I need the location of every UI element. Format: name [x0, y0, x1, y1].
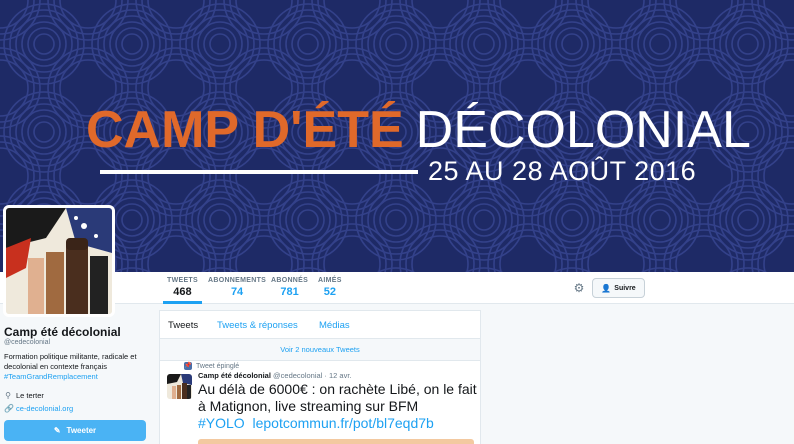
profile-name[interactable]: Camp été décolonial — [4, 325, 121, 339]
new-tweets-banner[interactable]: Voir 2 nouveaux Tweets — [160, 339, 480, 361]
timeline: Tweets Tweets & réponses Médias Voir 2 n… — [159, 310, 481, 444]
stat-label: ABONNEMENTS — [208, 277, 267, 284]
banner-dates: 25 AU 28 AOÛT 2016 — [428, 156, 697, 186]
location-pin-icon: ⚲ — [5, 391, 11, 400]
stat-tweets[interactable]: TWEETS 468 — [163, 277, 202, 304]
stat-value: 781 — [280, 286, 299, 298]
stat-value: 468 — [173, 286, 192, 298]
profile-website[interactable]: 🔗 ce-decolonial.org — [4, 404, 73, 413]
tweet-author-name[interactable]: Camp été décolonial — [198, 371, 271, 380]
compose-feather-icon: ✎ — [53, 426, 61, 435]
avatar[interactable] — [3, 205, 115, 317]
follow-button[interactable]: 👤 Suivre — [592, 278, 645, 298]
tweet-avatar[interactable] — [167, 374, 192, 399]
stat-label: TWEETS — [167, 277, 198, 284]
stat-label: ABONNÉS — [271, 277, 309, 284]
banner-title-white: DÉCOLONIAL — [415, 101, 751, 159]
tweet-link[interactable]: lepotcommun.fr/pot/bl7eqd7b — [252, 415, 433, 431]
link-icon: 🔗 — [4, 404, 14, 413]
tweet-body: Au délà de 6000€ : on rachète Libé, on l… — [198, 381, 477, 414]
follow-button-label: Suivre — [614, 284, 636, 292]
stat-label: AIMÉS — [318, 277, 342, 284]
tweet-button-label: Tweeter — [66, 426, 97, 435]
tweet-button[interactable]: ✎ Tweeter — [4, 420, 146, 441]
profile-bio: Formation politique militante, radicale … — [4, 352, 154, 382]
banner-divider — [100, 170, 418, 174]
banner-title-orange: CAMP D'ÉTÉ — [86, 101, 404, 159]
profile-location: ⚲ Le terter — [4, 391, 44, 400]
add-user-icon: 👤 — [601, 283, 612, 293]
pinned-indicator: 📌 Tweet épinglé — [184, 362, 239, 370]
tweet-text: Au délà de 6000€ : on rachète Libé, on l… — [198, 381, 480, 432]
profile-bio-text: Formation politique militante, radicale … — [4, 352, 137, 371]
tweet-header: Camp été décolonial @cedecolonial · 12 a… — [198, 371, 352, 380]
tab-tweets-replies[interactable]: Tweets & réponses — [217, 320, 298, 331]
avatar-image — [6, 208, 112, 314]
profile-hashtag[interactable]: #TeamGrandRemplacement — [4, 372, 98, 381]
stat-value: 74 — [230, 286, 244, 298]
gear-icon[interactable]: ⚙ — [572, 281, 586, 295]
profile-navbar: TWEETS 468 ABONNEMENTS 74 ABONNÉS 781 AI… — [0, 272, 794, 304]
stat-value: 52 — [323, 286, 336, 298]
tweet-media-card[interactable] — [198, 439, 474, 444]
tab-tweets[interactable]: Tweets — [168, 320, 198, 331]
pin-icon: 📌 — [184, 362, 192, 370]
tweet-handle-date: @cedecolonial · 12 avr. — [273, 371, 352, 380]
timeline-tabs: Tweets Tweets & réponses Médias — [160, 311, 480, 339]
tweet-hashtag[interactable]: #YOLO — [198, 415, 245, 431]
profile-banner: CAMP D'ÉTÉ DÉCOLONIAL 25 AU 28 AOÛT 2016 — [0, 0, 794, 272]
tab-media[interactable]: Médias — [319, 320, 350, 331]
pinned-label: Tweet épinglé — [196, 362, 240, 370]
stat-followers[interactable]: ABONNÉS 781 — [271, 277, 308, 298]
banner-title: CAMP D'ÉTÉ DÉCOLONIAL — [86, 104, 751, 156]
tweet-avatar-image — [167, 374, 192, 399]
profile-handle: @cedecolonial — [4, 339, 51, 346]
profile-website-link[interactable]: ce-decolonial.org — [16, 404, 73, 413]
right-sidebar-empty — [496, 304, 794, 444]
stat-likes[interactable]: AIMÉS 52 — [318, 277, 342, 298]
stat-following[interactable]: ABONNEMENTS 74 — [208, 277, 266, 298]
profile-location-text: Le terter — [16, 391, 44, 400]
